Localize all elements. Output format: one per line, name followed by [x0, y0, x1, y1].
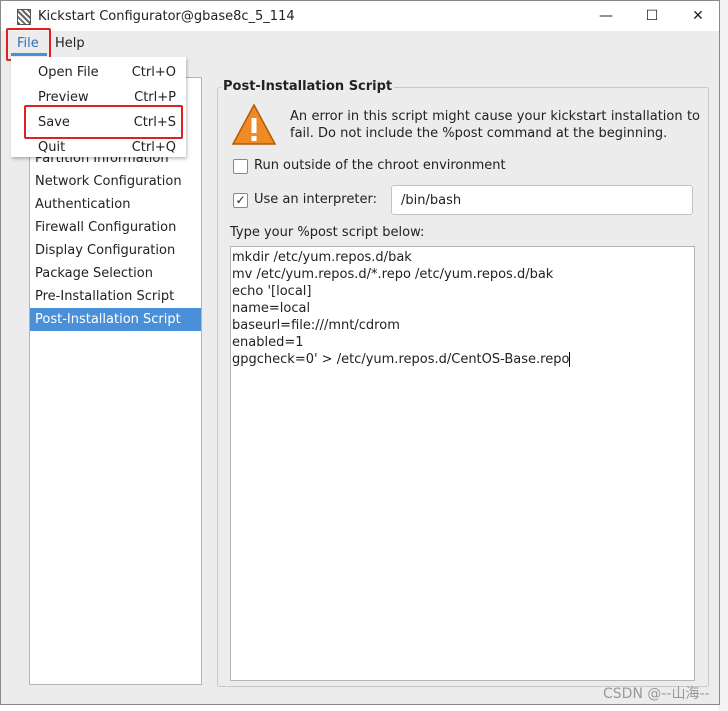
panel-title: Post-Installation Script — [221, 79, 395, 94]
sidebar-item-post-installation-script[interactable]: Post-Installation Script — [30, 308, 201, 331]
file-dropdown: Open File Ctrl+O Preview Ctrl+P Save Ctrl+S… — [11, 57, 186, 157]
sidebar-item-network-configuration[interactable]: Network Configuration — [30, 170, 201, 193]
menu-item-shortcut: Ctrl+Q — [131, 140, 176, 155]
menu-item-shortcut: Ctrl+P — [134, 90, 176, 105]
interpreter-checkbox[interactable]: ✓ — [233, 193, 248, 208]
sidebar-item-pre-installation-script[interactable]: Pre-Installation Script — [30, 285, 201, 308]
script-label: Type your %post script below: — [230, 225, 425, 240]
minimize-button[interactable]: — — [591, 5, 621, 27]
warning-text: An error in this script might cause your… — [290, 109, 700, 141]
menu-item-label: Preview — [38, 90, 89, 105]
chroot-checkbox[interactable] — [233, 159, 248, 174]
watermark: CSDN @--山海-- — [603, 686, 710, 702]
sidebar-item-authentication[interactable]: Authentication — [30, 193, 201, 216]
sidebar-item-display-configuration[interactable]: Display Configuration — [30, 239, 201, 262]
maximize-button[interactable]: ☐ — [637, 5, 667, 27]
close-button[interactable]: ✕ — [683, 5, 713, 27]
menu-item-label: Open File — [38, 65, 99, 80]
window-title: Kickstart Configurator@gbase8c_5_114 — [38, 9, 295, 24]
menu-help[interactable]: Help — [55, 36, 85, 51]
script-textarea[interactable]: mkdir /etc/yum.repos.d/bak mv /etc/yum.r… — [230, 246, 695, 681]
app-icon — [17, 9, 31, 25]
text-caret — [569, 352, 571, 367]
chroot-label: Run outside of the chroot environment — [254, 158, 506, 173]
interpreter-label: Use an interpreter: — [254, 192, 377, 207]
menu-item-shortcut: Ctrl+O — [131, 65, 176, 80]
title-bar: Kickstart Configurator@gbase8c_5_114 — ☐… — [1, 1, 719, 31]
script-text: mkdir /etc/yum.repos.d/bak mv /etc/yum.r… — [232, 250, 570, 367]
warning-icon — [231, 103, 277, 145]
menu-item-label: Quit — [38, 140, 66, 155]
menu-bar: File Help — [1, 31, 719, 57]
sidebar-item-firewall-configuration[interactable]: Firewall Configuration — [30, 216, 201, 239]
menu-item-open-file[interactable]: Open File Ctrl+O — [11, 59, 186, 84]
interpreter-input[interactable]: /bin/bash — [391, 185, 693, 215]
section-list: Partition Information Network Configurat… — [29, 77, 202, 685]
highlight-save — [24, 105, 183, 139]
app-window: Kickstart Configurator@gbase8c_5_114 — ☐… — [0, 0, 720, 705]
sidebar-item-package-selection[interactable]: Package Selection — [30, 262, 201, 285]
